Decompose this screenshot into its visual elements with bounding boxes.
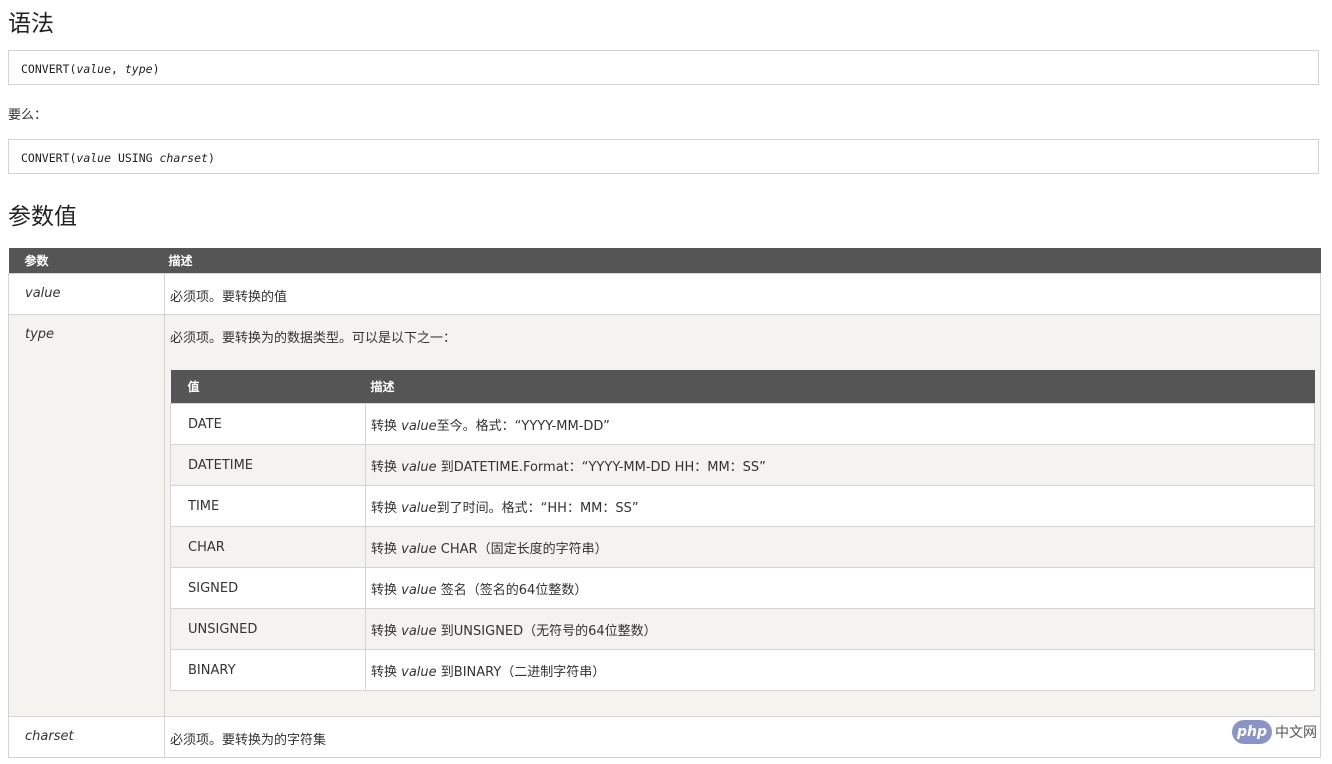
type-value: CHAR (170, 526, 366, 568)
param-name: charset (8, 715, 165, 758)
desc-post: 到UNSIGNED（无符号的64位整数） (436, 623, 657, 639)
desc-pre: 转换 (371, 582, 402, 598)
table-row: type 必须项。要转换为的数据类型。可以是以下之一： 值 描述 DATE 转换… (8, 313, 1321, 717)
code-end: ) (152, 62, 160, 76)
desc-post: 到了时间。格式：“HH：MM：SS” (436, 500, 639, 516)
or-text: 要么： (8, 108, 48, 123)
types-header-row: 值 描述 (170, 369, 1315, 404)
table-row: CHAR 转换 value CHAR（固定长度的字符串） (170, 526, 1315, 568)
desc-pre: 转换 (371, 664, 402, 680)
header-desc: 描述 (365, 369, 1315, 404)
desc-pre: 转换 (371, 623, 402, 639)
desc-em: value (401, 582, 437, 598)
desc-em: value (401, 459, 437, 475)
desc-em: value (401, 623, 437, 639)
table-row: charset 必须项。要转换为的字符集 (8, 715, 1321, 758)
params-table: 参数 描述 value 必须项。要转换的值 type 必须项。要转换为的数据类型… (8, 248, 1321, 758)
param-name: value (8, 272, 165, 315)
params-heading: 参数值 (8, 204, 77, 230)
syntax-code-block-2: CONVERT(value USING charset) (8, 139, 1319, 174)
desc-em: value (401, 500, 437, 516)
type-value: TIME (170, 485, 366, 527)
type-value: UNSIGNED (170, 608, 366, 650)
table-row: DATE 转换 value至今。格式：“YYYY-MM-DD” (170, 403, 1315, 445)
param-desc: 必须项。要转换为的字符集 (164, 715, 1321, 758)
header-param: 参数 (8, 248, 165, 273)
type-value: SIGNED (170, 567, 366, 609)
type-desc: 转换 value CHAR（固定长度的字符串） (365, 526, 1315, 568)
desc-em: value (401, 418, 437, 434)
desc-post: 签名（签名的64位整数） (436, 582, 588, 598)
param-desc: 必须项。要转换的值 (164, 272, 1321, 315)
table-row: value 必须项。要转换的值 (8, 272, 1321, 315)
header-desc: 描述 (164, 248, 1321, 273)
page: 语法 CONVERT(value, type) 要么： CONVERT(valu… (0, 0, 1332, 764)
watermark: php 中文网 (1232, 720, 1317, 744)
code-arg-value: value (76, 62, 112, 76)
table-row: SIGNED 转换 value 签名（签名的64位整数） (170, 567, 1315, 609)
desc-post: 到DATETIME.Format：“YYYY-MM-DD HH：MM：SS” (436, 459, 766, 475)
types-table: 值 描述 DATE 转换 value至今。格式：“YYYY-MM-DD” DAT… (170, 369, 1315, 691)
desc-pre: 转换 (371, 459, 402, 475)
code-fn: CONVERT( (21, 62, 77, 76)
table-row: UNSIGNED 转换 value 到UNSIGNED（无符号的64位整数） (170, 608, 1315, 650)
type-desc: 转换 value 到UNSIGNED（无符号的64位整数） (365, 608, 1315, 650)
code-sep: USING (111, 151, 160, 165)
table-row: TIME 转换 value到了时间。格式：“HH：MM：SS” (170, 485, 1315, 527)
type-desc: 转换 value 到BINARY（二进制字符串） (365, 649, 1315, 691)
header-value: 值 (170, 369, 366, 404)
type-value: DATETIME (170, 444, 366, 486)
desc-pre: 转换 (371, 418, 402, 434)
table-row: BINARY 转换 value 到BINARY（二进制字符串） (170, 649, 1315, 691)
code-end: ) (207, 151, 215, 165)
param-desc-cell: 必须项。要转换为的数据类型。可以是以下之一： 值 描述 DATE 转换 valu… (164, 313, 1321, 717)
desc-em: value (401, 664, 437, 680)
param-name: type (8, 313, 165, 717)
type-desc: 转换 value到了时间。格式：“HH：MM：SS” (365, 485, 1315, 527)
code-arg-type: type (124, 62, 153, 76)
code-sep: , (111, 62, 125, 76)
table-row: DATETIME 转换 value 到DATETIME.Format：“YYYY… (170, 444, 1315, 486)
desc-em: value (401, 541, 437, 557)
desc-pre: 转换 (371, 541, 402, 557)
type-desc: 转换 value至今。格式：“YYYY-MM-DD” (365, 403, 1315, 445)
syntax-code-block-1: CONVERT(value, type) (8, 50, 1319, 85)
type-desc: 转换 value 到DATETIME.Format：“YYYY-MM-DD HH… (365, 444, 1315, 486)
watermark-text: 中文网 (1275, 725, 1317, 741)
params-header-row: 参数 描述 (8, 248, 1321, 273)
syntax-heading: 语法 (8, 11, 54, 37)
php-logo: php (1232, 720, 1272, 744)
desc-post: 至今。格式：“YYYY-MM-DD” (436, 418, 610, 434)
type-desc: 转换 value 签名（签名的64位整数） (365, 567, 1315, 609)
type-value: BINARY (170, 649, 366, 691)
code-arg-value: value (76, 151, 112, 165)
desc-post: CHAR（固定长度的字符串） (436, 541, 608, 557)
param-desc: 必须项。要转换为的数据类型。可以是以下之一： (170, 330, 457, 346)
type-value: DATE (170, 403, 366, 445)
desc-post: 到BINARY（二进制字符串） (436, 664, 606, 680)
code-fn: CONVERT( (21, 151, 77, 165)
code-arg-charset: charset (159, 151, 208, 165)
desc-pre: 转换 (371, 500, 402, 516)
